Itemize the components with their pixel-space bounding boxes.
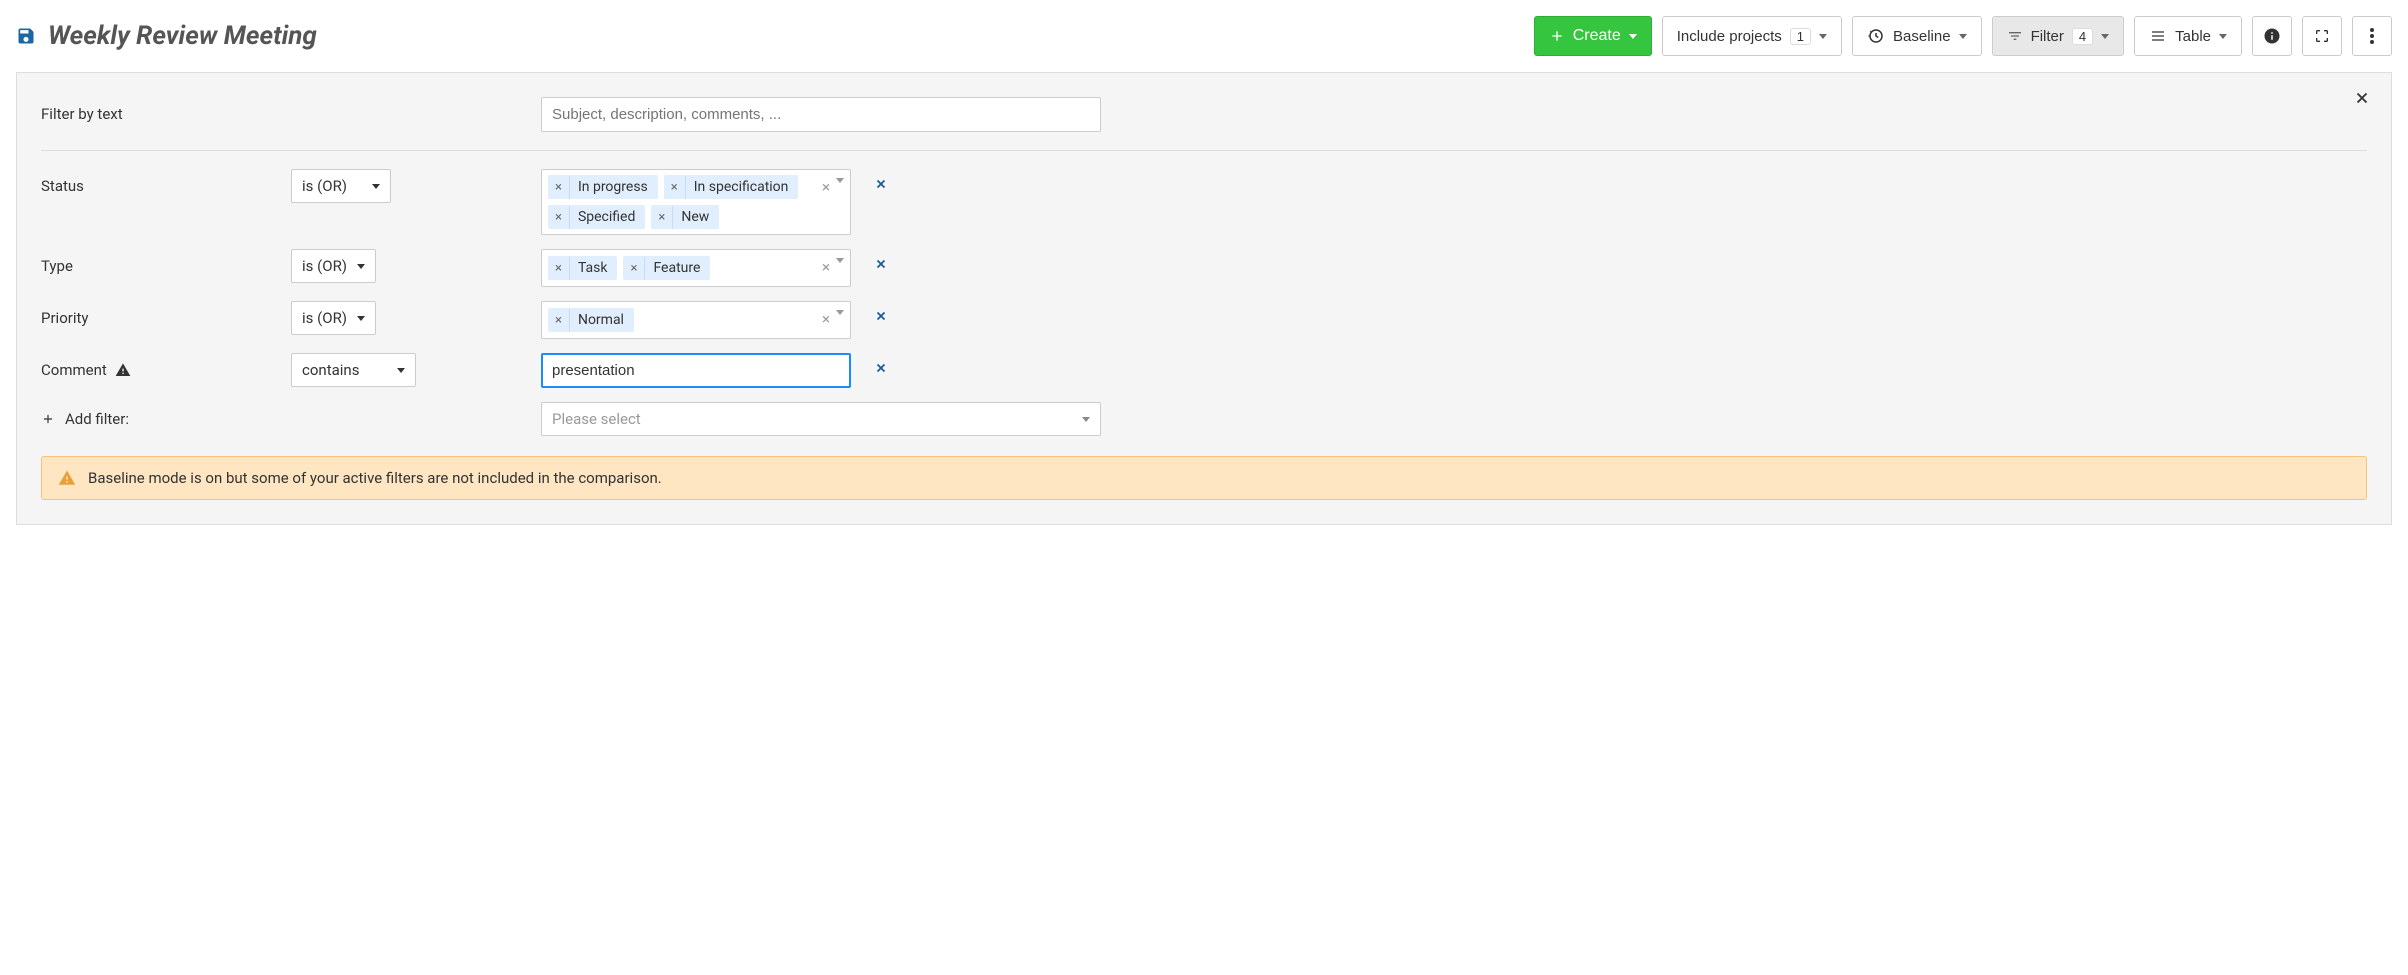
filter-count: 4 [2072,28,2093,45]
remove-status-filter[interactable] [874,177,888,191]
type-chip: × Task [548,256,617,280]
fullscreen-icon [2314,28,2330,44]
chip-label: Normal [570,308,634,332]
status-operator-select[interactable]: is (OR) [291,169,391,203]
chip-label: Specified [570,205,645,229]
add-filter-placeholder: Please select [552,410,641,428]
chip-remove[interactable]: × [664,176,686,199]
status-chip: × New [651,205,719,229]
status-chip: × In progress [548,175,658,199]
chip-label: Task [570,256,618,280]
view-button[interactable]: Table [2134,16,2242,56]
status-label: Status [41,169,291,195]
priority-label: Priority [41,301,291,327]
info-icon [2263,27,2281,45]
close-button[interactable] [2349,85,2375,111]
include-projects-label: Include projects [1677,28,1782,45]
priority-values-select[interactable]: × Normal × [541,301,851,339]
remove-priority-filter[interactable] [874,309,888,323]
close-icon [874,177,888,191]
include-projects-button[interactable]: Include projects 1 [1662,16,1842,56]
chip-remove[interactable]: × [623,257,645,280]
warning-icon [58,469,76,487]
page-title: Weekly Review Meeting [48,21,1522,51]
type-values-select[interactable]: × Task × Feature × [541,249,851,287]
filter-by-text-input[interactable] [541,97,1101,132]
chip-label: New [673,205,719,229]
chevron-down-icon [357,316,365,321]
chevron-down-icon [357,264,365,269]
chevron-down-icon [372,184,380,189]
save-icon[interactable] [16,26,36,46]
priority-operator-value: is (OR) [302,309,347,327]
chevron-down-icon [2219,34,2227,39]
chevron-down-icon[interactable] [836,258,844,263]
chevron-down-icon[interactable] [836,310,844,315]
chevron-down-icon [1959,34,1967,39]
filter-label: Filter [2031,28,2064,45]
priority-operator-select[interactable]: is (OR) [291,301,376,335]
fullscreen-button[interactable] [2302,16,2342,56]
filter-icon [2007,28,2023,44]
baseline-label: Baseline [1893,28,1951,45]
add-filter-select[interactable]: Please select [541,402,1101,436]
create-button[interactable]: Create [1534,16,1652,56]
status-operator-value: is (OR) [302,177,347,195]
chevron-down-icon[interactable] [836,178,844,183]
chevron-down-icon [2101,34,2109,39]
type-chip: × Feature [623,256,710,280]
chevron-down-icon [1819,34,1827,39]
info-button[interactable] [2252,16,2292,56]
comment-operator-select[interactable]: contains [291,353,416,387]
type-label: Type [41,249,291,275]
chip-label: In specification [686,175,799,199]
type-operator-value: is (OR) [302,257,347,275]
clear-all-icon[interactable]: × [822,178,830,196]
close-icon [874,361,888,375]
chip-remove[interactable]: × [548,206,570,229]
warning-icon [115,362,131,378]
chip-remove[interactable]: × [651,206,673,229]
include-projects-count: 1 [1790,28,1811,45]
status-chip: × Specified [548,205,645,229]
remove-comment-filter[interactable] [874,361,888,375]
kebab-icon [2370,28,2374,44]
baseline-icon [1867,27,1885,45]
type-operator-select[interactable]: is (OR) [291,249,376,283]
chip-remove[interactable]: × [548,257,570,280]
comment-label: Comment [41,353,291,379]
remove-type-filter[interactable] [874,257,888,271]
close-icon [874,257,888,271]
chip-remove[interactable]: × [548,309,570,332]
chip-label: Feature [645,256,710,280]
view-label: Table [2175,28,2211,45]
warning-text: Baseline mode is on but some of your act… [88,469,662,487]
close-icon [874,309,888,323]
priority-chip: × Normal [548,308,634,332]
filter-panel: Filter by text Status is (OR) × In progr… [16,72,2392,525]
plus-icon [1549,28,1565,44]
clear-all-icon[interactable]: × [822,310,830,328]
more-button[interactable] [2352,16,2392,56]
plus-icon [41,412,55,426]
baseline-button[interactable]: Baseline [1852,16,1982,56]
comment-value-input[interactable] [541,353,851,388]
warning-banner: Baseline mode is on but some of your act… [41,456,2367,500]
chevron-down-icon [397,368,405,373]
comment-operator-value: contains [302,361,359,379]
add-filter-label: Add filter: [41,402,291,428]
status-values-select[interactable]: × In progress × In specification × Speci… [541,169,851,235]
status-chip: × In specification [664,175,799,199]
chip-remove[interactable]: × [548,176,570,199]
filter-button[interactable]: Filter 4 [1992,16,2125,56]
clear-all-icon[interactable]: × [822,258,830,276]
chip-label: In progress [570,175,658,199]
table-icon [2149,28,2167,44]
chevron-down-icon [1629,34,1637,39]
close-icon [2353,89,2371,107]
create-label: Create [1573,27,1621,45]
chevron-down-icon [1082,417,1090,422]
filter-by-text-label: Filter by text [41,97,291,123]
